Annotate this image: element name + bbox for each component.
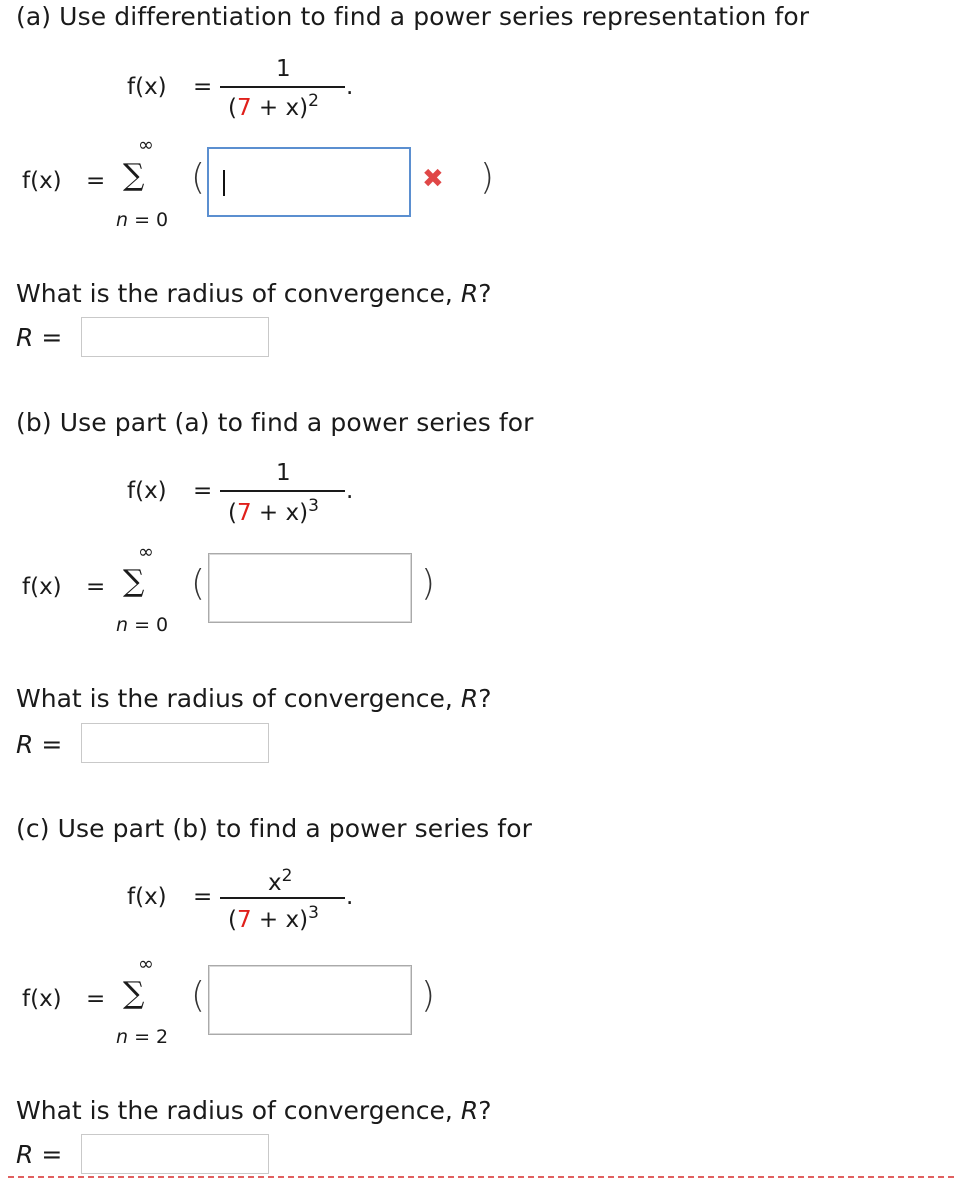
denominator: (7 + x)3 (228, 496, 319, 526)
open-paren: ( (191, 157, 206, 198)
sigma-icon: ∑ (123, 158, 145, 193)
series-lhs: f(x) (22, 574, 62, 600)
close-paren: ) (421, 563, 436, 604)
sigma-icon: ∑ (123, 976, 145, 1011)
period: . (346, 884, 354, 910)
series-equals: = (86, 986, 106, 1012)
fraction-bar (220, 897, 345, 899)
part-b-radius-input[interactable] (81, 723, 269, 763)
function-lhs: f(x) (127, 884, 167, 910)
part-b-radius-question: What is the radius of convergence, R? (16, 684, 492, 713)
series-equals: = (86, 574, 106, 600)
equals-sign: = (193, 478, 213, 504)
lower-limit: n = 0 (116, 614, 169, 636)
part-a-radius-input[interactable] (81, 317, 269, 357)
series-term-input[interactable] (207, 147, 411, 217)
denominator: (7 + x)3 (228, 903, 319, 933)
equals-sign: = (193, 74, 213, 100)
upper-limit: ∞ (138, 541, 154, 563)
function-lhs: f(x) (127, 74, 167, 100)
x-mark-icon: ✖ (422, 164, 444, 194)
text-caret (223, 170, 225, 196)
series-term-input[interactable] (208, 553, 412, 623)
part-b-heading: (b) Use part (a) to find a power series … (16, 408, 534, 437)
open-paren: ( (191, 975, 206, 1016)
open-paren: ( (191, 563, 206, 604)
numerator: 1 (276, 460, 291, 486)
period: . (346, 478, 354, 504)
part-c-radius-input[interactable] (81, 1134, 269, 1174)
part-a-radius-question: What is the radius of convergence, R? (16, 279, 492, 308)
equals-sign: = (193, 884, 213, 910)
series-term-input[interactable] (208, 965, 412, 1035)
part-a-heading: (a) Use differentiation to find a power … (16, 2, 810, 31)
section-divider (8, 1176, 954, 1178)
series-lhs: f(x) (22, 986, 62, 1012)
close-paren: ) (421, 975, 436, 1016)
lower-limit: n = 2 (116, 1026, 169, 1048)
denominator: (7 + x)2 (228, 91, 319, 121)
part-c-radius-question: What is the radius of convergence, R? (16, 1096, 492, 1125)
numerator: x2 (268, 866, 293, 896)
part-b-r-label: R = (16, 730, 63, 759)
lower-limit: n = 0 (116, 209, 169, 231)
fraction-bar (220, 490, 345, 492)
upper-limit: ∞ (138, 953, 154, 975)
period: . (346, 74, 354, 100)
sigma-icon: ∑ (123, 564, 145, 599)
numerator: 1 (276, 56, 291, 82)
part-c-r-label: R = (16, 1140, 63, 1169)
upper-limit: ∞ (138, 134, 154, 156)
fraction-bar (220, 86, 345, 88)
close-paren: ) (480, 157, 495, 198)
function-lhs: f(x) (127, 478, 167, 504)
part-c-heading: (c) Use part (b) to find a power series … (16, 814, 532, 843)
series-equals: = (86, 168, 106, 194)
part-a-r-label: R = (16, 323, 63, 352)
series-lhs: f(x) (22, 168, 62, 194)
